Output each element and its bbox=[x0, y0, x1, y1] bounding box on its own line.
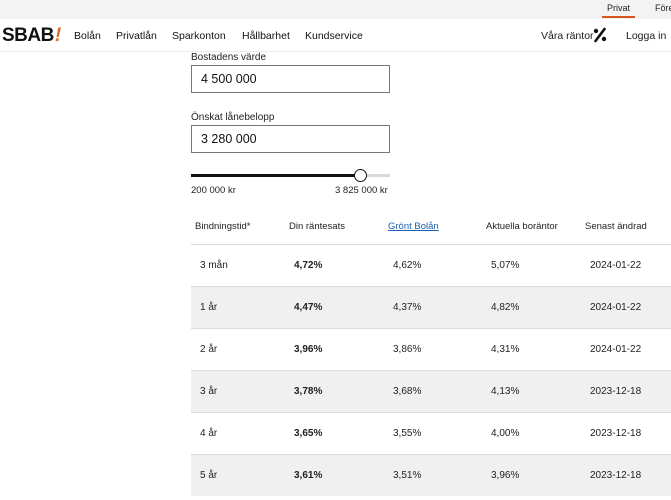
property-value-input[interactable]: 4 500 000 bbox=[191, 65, 390, 93]
main-navigation: SBAB! Bolån Privatlån Sparkonton Hållbar… bbox=[0, 19, 671, 52]
table-row: 3 mån 4,72% 4,62% 5,07% 2024-01-22 bbox=[191, 244, 671, 286]
cell-last-changed: 2023-12-18 bbox=[590, 470, 642, 481]
cell-binding-period: 3 mån bbox=[200, 260, 228, 271]
active-segment-indicator bbox=[602, 16, 635, 18]
table-row: 1 år 4,47% 4,37% 4,82% 2024-01-22 bbox=[191, 286, 671, 328]
slider-fill bbox=[191, 174, 361, 177]
nav-link-kundservice[interactable]: Kundservice bbox=[305, 30, 363, 42]
our-rates-link[interactable]: Våra räntor bbox=[541, 30, 594, 42]
table-row: 4 år 3,65% 3,55% 4,00% 2023-12-18 bbox=[191, 412, 671, 454]
cell-binding-period: 3 år bbox=[200, 386, 218, 397]
column-header-your-rate: Din räntesats bbox=[289, 221, 345, 232]
cell-your-rate: 3,61% bbox=[294, 470, 323, 481]
nav-link-bolan[interactable]: Bolån bbox=[74, 30, 101, 42]
cell-green-rate: 3,68% bbox=[393, 386, 422, 397]
cell-your-rate: 3,65% bbox=[294, 428, 323, 439]
segment-privat-link[interactable]: Privat bbox=[607, 3, 630, 13]
cell-binding-period: 1 år bbox=[200, 302, 218, 313]
cell-last-changed: 2023-12-18 bbox=[590, 386, 642, 397]
cell-current-rate: 4,82% bbox=[491, 302, 520, 313]
cell-last-changed: 2024-01-22 bbox=[590, 302, 642, 313]
cell-last-changed: 2024-01-22 bbox=[590, 260, 642, 271]
table-row: 5 år 3,61% 3,51% 3,96% 2023-12-18 bbox=[191, 454, 671, 496]
cell-your-rate: 4,72% bbox=[294, 260, 323, 271]
cell-green-rate: 4,37% bbox=[393, 302, 422, 313]
nav-link-privatlan[interactable]: Privatlån bbox=[116, 30, 157, 42]
cell-last-changed: 2024-01-22 bbox=[590, 344, 642, 355]
slider-max-label: 3 825 000 kr bbox=[335, 185, 388, 196]
column-header-last-changed: Senast ändrad bbox=[585, 221, 647, 232]
cell-binding-period: 4 år bbox=[200, 428, 218, 439]
login-link[interactable]: Logga in bbox=[626, 30, 666, 42]
sbab-logo[interactable]: SBAB! bbox=[2, 25, 61, 47]
cell-green-rate: 3,51% bbox=[393, 470, 422, 481]
cell-last-changed: 2023-12-18 bbox=[590, 428, 642, 439]
cell-binding-period: 2 år bbox=[200, 344, 218, 355]
cell-current-rate: 4,13% bbox=[491, 386, 520, 397]
cell-current-rate: 4,31% bbox=[491, 344, 520, 355]
cell-green-rate: 4,62% bbox=[393, 260, 422, 271]
cell-current-rate: 3,96% bbox=[491, 470, 520, 481]
cell-your-rate: 4,47% bbox=[294, 302, 323, 313]
cell-green-rate: 3,55% bbox=[393, 428, 422, 439]
nav-link-hallbarhet[interactable]: Hållbarhet bbox=[242, 30, 290, 42]
property-value-label: Bostadens värde bbox=[191, 52, 267, 63]
top-segment-bar: Privat Företag bbox=[0, 0, 671, 19]
table-row: 3 år 3,78% 3,68% 4,13% 2023-12-18 bbox=[191, 370, 671, 412]
column-header-green-mortgage-link[interactable]: Grönt Bolån bbox=[388, 221, 439, 232]
cell-current-rate: 4,00% bbox=[491, 428, 520, 439]
column-header-current-rates: Aktuella boräntor bbox=[486, 221, 558, 232]
loan-amount-input[interactable]: 3 280 000 bbox=[191, 125, 390, 153]
segment-foretag-link[interactable]: Företag bbox=[655, 3, 671, 13]
cell-current-rate: 5,07% bbox=[491, 260, 520, 271]
cell-your-rate: 3,78% bbox=[294, 386, 323, 397]
cell-green-rate: 3,86% bbox=[393, 344, 422, 355]
percent-icon[interactable] bbox=[593, 27, 607, 43]
slider-handle[interactable] bbox=[354, 169, 367, 182]
table-row: 2 år 3,96% 3,86% 4,31% 2024-01-22 bbox=[191, 328, 671, 370]
loan-amount-label: Önskat lånebelopp bbox=[191, 112, 275, 123]
cell-binding-period: 5 år bbox=[200, 470, 218, 481]
slider-min-label: 200 000 kr bbox=[191, 185, 236, 196]
nav-link-sparkonton[interactable]: Sparkonton bbox=[172, 30, 226, 42]
column-header-binding-period: Bindningstid* bbox=[195, 221, 251, 232]
cell-your-rate: 3,96% bbox=[294, 344, 323, 355]
